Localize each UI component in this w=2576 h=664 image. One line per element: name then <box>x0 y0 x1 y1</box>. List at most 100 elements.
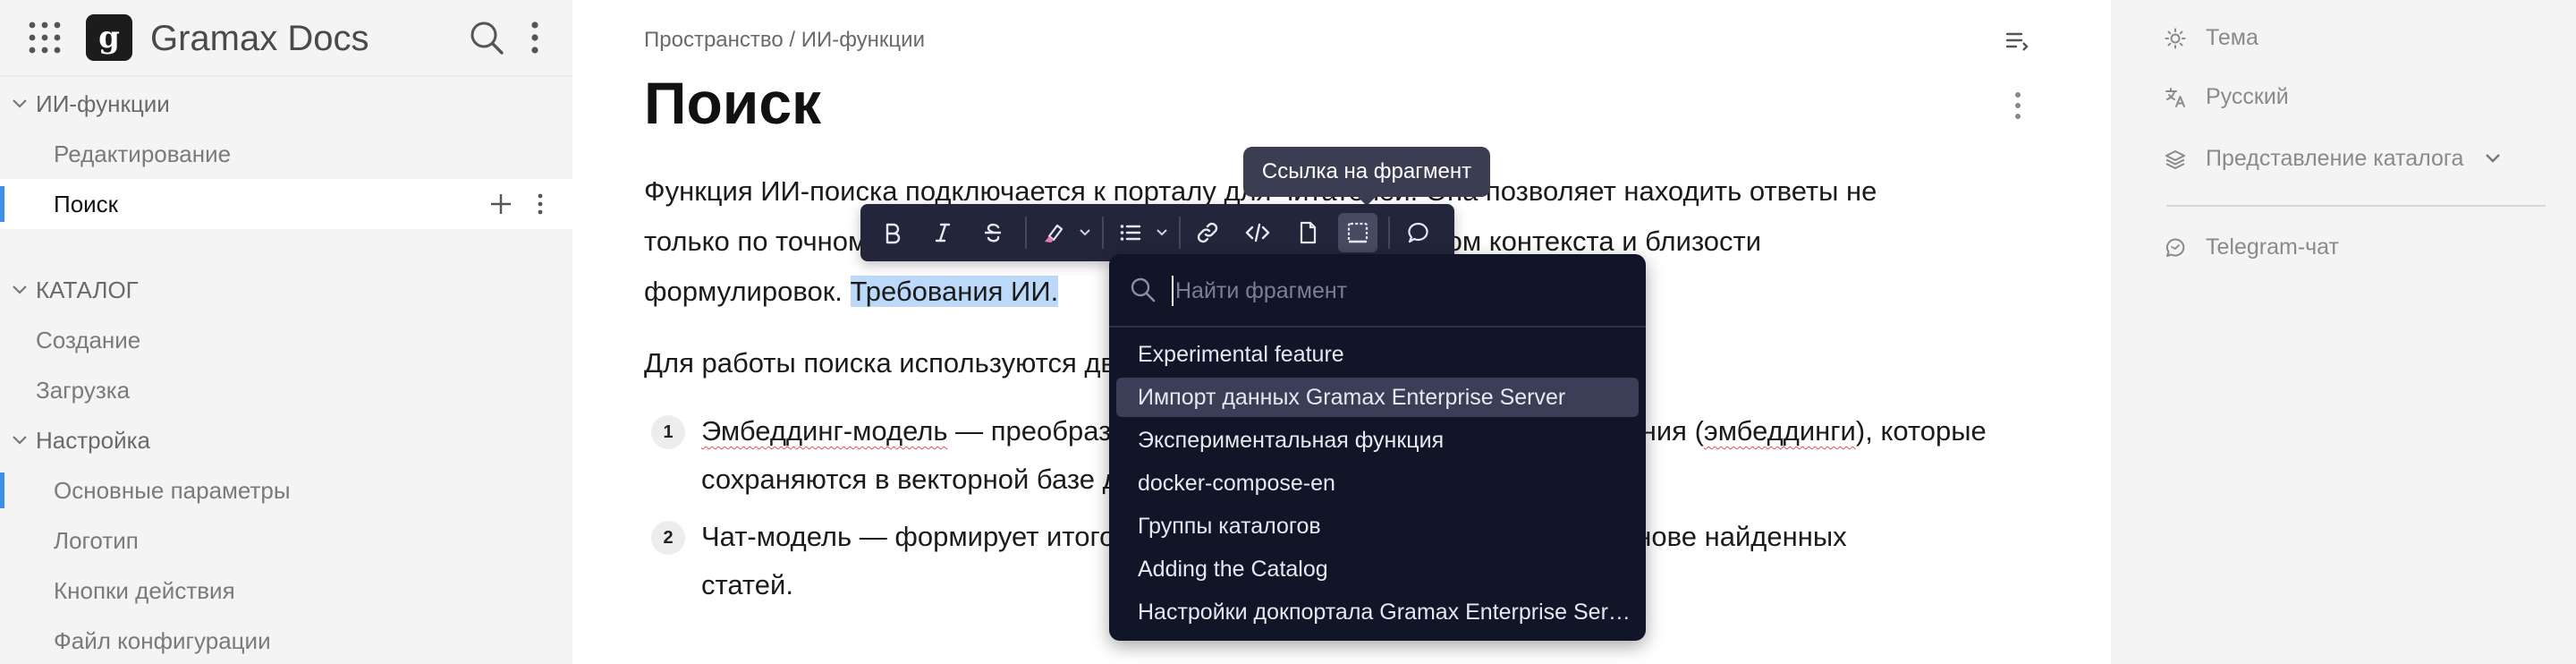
text-cursor <box>1172 276 1174 306</box>
highlight-icon <box>1045 224 1063 243</box>
right-sidebar: Тема Русский Представление каталога Tele… <box>2111 0 2576 664</box>
sidebar-item-label: Поиск <box>54 191 119 217</box>
file-icon <box>1300 221 1317 244</box>
fragment-option[interactable]: Группы каталогов <box>1116 507 1639 546</box>
more-vertical-icon[interactable] <box>524 18 546 57</box>
italic-button[interactable] <box>923 213 962 252</box>
chevron-down-icon <box>13 99 27 108</box>
sidebar-item-upload[interactable]: Загрузка <box>0 365 572 415</box>
sidebar-item-action-buttons[interactable]: Кнопки действия <box>0 566 572 616</box>
divider <box>2166 205 2546 207</box>
marked-indicator <box>0 472 4 508</box>
sidebar-item-editing[interactable]: Редактирование <box>0 129 572 179</box>
code-icon <box>1245 223 1270 243</box>
sidebar-item-label: Логотип <box>54 527 139 554</box>
sidebar-item-config-file[interactable]: Файл конфигурации <box>0 616 572 664</box>
page-title: Поиск <box>644 70 822 136</box>
sidebar-item-search[interactable]: Поиск <box>0 179 572 229</box>
code-button[interactable] <box>1238 213 1277 252</box>
toolbar-separator <box>1102 217 1104 249</box>
spellcheck-word: эмбеддинги <box>1703 415 1856 447</box>
language-label: Русский <box>2206 84 2289 109</box>
comment-button[interactable] <box>1399 213 1438 252</box>
comment-icon <box>1408 222 1428 243</box>
sidebar-item-label: Кнопки действия <box>54 577 235 604</box>
tooltip: Ссылка на фрагмент <box>1243 147 1490 206</box>
sidebar-item-create[interactable]: Создание <box>0 315 572 365</box>
chat-icon <box>2165 238 2185 257</box>
sun-icon <box>2165 28 2186 49</box>
layers-icon <box>2165 150 2185 169</box>
apps-grid-icon[interactable] <box>27 20 63 55</box>
fragment-option[interactable]: Экспериментальная функция <box>1116 421 1639 460</box>
sidebar-item-label: Создание <box>36 327 141 353</box>
sidebar-item-label: Основные параметры <box>54 477 291 504</box>
app-logo[interactable]: g <box>86 14 132 61</box>
toolbar-separator <box>1025 217 1027 249</box>
fragment-option[interactable]: Импорт данных Gramax Enterprise Server <box>1116 378 1639 417</box>
list-item-line: статей. <box>701 569 793 600</box>
active-indicator <box>0 186 4 222</box>
text-segment: ), которые <box>1855 415 1987 447</box>
strikethrough-button[interactable] <box>973 213 1013 252</box>
list-number: 1 <box>651 415 685 449</box>
sidebar-item-label: Файл конфигурации <box>54 627 271 654</box>
telegram-label: Telegram-чат <box>2206 234 2339 260</box>
theme-label: Тема <box>2206 25 2258 50</box>
chevron-down-icon <box>13 436 27 445</box>
file-button[interactable] <box>1288 213 1327 252</box>
sidebar-item-label: ИИ-функции <box>36 90 170 117</box>
fragment-search-input[interactable] <box>1175 270 1623 311</box>
table-of-contents-icon[interactable] <box>2004 27 2030 54</box>
bold-button[interactable] <box>873 213 912 252</box>
highlight-button[interactable] <box>1034 213 1073 252</box>
translate-icon <box>2165 88 2185 107</box>
chevron-down-icon <box>2486 154 2500 163</box>
app-title[interactable]: Gramax Docs <box>150 16 369 61</box>
link-button[interactable] <box>1188 213 1227 252</box>
fragment-icon <box>1347 222 1368 243</box>
fragment-option[interactable]: Experimental feature <box>1116 335 1639 374</box>
chevron-down-icon[interactable] <box>1154 224 1170 242</box>
sidebar-item-label: КАТАЛОГ <box>36 277 139 303</box>
formatting-toolbar <box>860 204 1454 261</box>
paragraph-line: формулировок. Требования ИИ. <box>644 267 1059 317</box>
sidebar-item-ai-functions[interactable]: ИИ-функции <box>0 79 572 129</box>
sidebar-item-label: Редактирование <box>54 140 232 167</box>
fragment-link-button[interactable] <box>1338 213 1377 252</box>
chevron-down-icon[interactable] <box>1077 224 1093 242</box>
toolbar-separator <box>1388 217 1390 249</box>
spellcheck-word: Эмбеддинг-модель <box>701 415 948 447</box>
toolbar-separator <box>1179 217 1181 249</box>
list-button[interactable] <box>1111 213 1150 252</box>
list-number: 2 <box>651 521 685 555</box>
bold-icon <box>886 223 901 244</box>
list-icon <box>1120 225 1141 241</box>
sidebar-item-logo[interactable]: Логотип <box>0 515 572 566</box>
fragment-option[interactable]: Настройки докпортала Gramax Enterprise S… <box>1116 592 1639 632</box>
search-icon[interactable] <box>467 18 506 57</box>
article-more-icon[interactable] <box>2011 88 2025 123</box>
fragment-search-bar <box>1109 254 1646 328</box>
sidebar-item-basic-params[interactable]: Основные параметры <box>0 465 572 515</box>
fragment-option[interactable]: docker-compose-en <box>1116 464 1639 503</box>
sidebar-item-label: Загрузка <box>36 377 131 404</box>
strikethrough-icon <box>985 223 1001 243</box>
italic-icon <box>935 223 951 243</box>
chevron-down-icon <box>13 285 27 294</box>
sidebar-item-catalog[interactable]: КАТАЛОГ <box>0 265 572 315</box>
sidebar-header: g Gramax Docs <box>0 0 572 77</box>
link-icon <box>1197 222 1218 243</box>
sidebar-item-settings[interactable]: Настройка <box>0 415 572 465</box>
text-segment: формулировок. <box>644 276 851 307</box>
selected-text[interactable]: Требования ИИ. <box>850 276 1059 307</box>
plus-icon[interactable] <box>488 192 513 217</box>
more-vertical-icon[interactable] <box>533 192 547 217</box>
left-sidebar: g Gramax Docs ИИ-функции Редактирование … <box>0 0 572 664</box>
catalog-view-label: Представление каталога <box>2206 146 2464 171</box>
breadcrumb[interactable]: Пространство / ИИ-функции <box>644 27 925 54</box>
fragment-option[interactable]: Adding the Catalog <box>1116 549 1639 589</box>
search-icon <box>1131 277 1156 302</box>
sidebar-item-label: Настройка <box>36 427 150 454</box>
fragment-dropdown: Experimental feature Импорт данных Grama… <box>1109 254 1646 641</box>
